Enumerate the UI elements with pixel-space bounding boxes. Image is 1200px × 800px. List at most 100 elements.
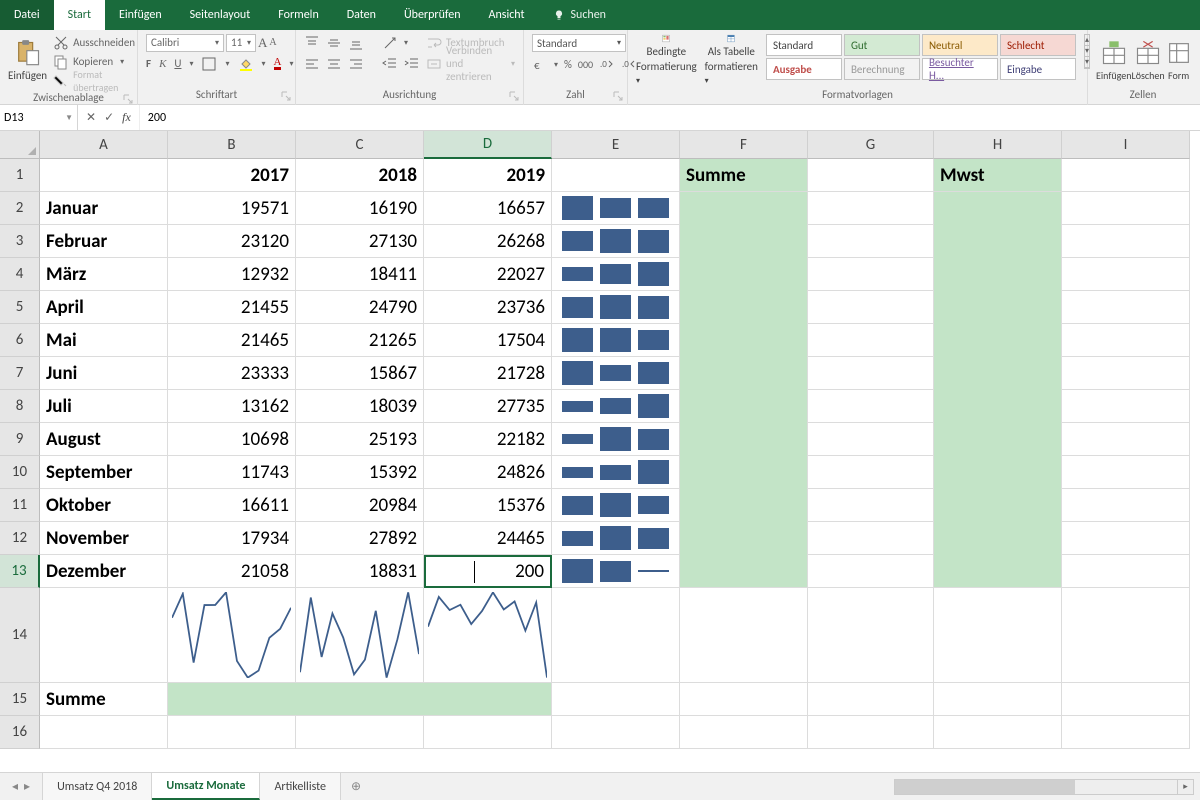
cell-B8[interactable]: 13162: [168, 390, 296, 423]
cell-I8[interactable]: [1062, 390, 1190, 423]
cell-E12[interactable]: [552, 522, 680, 555]
cell-I7[interactable]: [1062, 357, 1190, 390]
style-eingabe[interactable]: Eingabe: [1000, 58, 1076, 80]
cell-E15[interactable]: [552, 683, 680, 716]
cell-H1[interactable]: Mwst: [934, 159, 1062, 192]
col-header-B[interactable]: B: [168, 131, 296, 159]
cell-D10[interactable]: 24826: [424, 456, 552, 489]
tab-file[interactable]: Datei: [0, 0, 54, 30]
cell-C11[interactable]: 20984: [296, 489, 424, 522]
cell-A2[interactable]: Januar: [40, 192, 168, 225]
cell-I10[interactable]: [1062, 456, 1190, 489]
worksheet-grid[interactable]: ABCDEFGHI 12345678910111213141516 201720…: [0, 131, 1200, 772]
row-header-15[interactable]: 15: [0, 683, 40, 716]
delete-cells-button[interactable]: Löschen: [1132, 34, 1165, 86]
increase-font-icon[interactable]: A: [258, 35, 267, 51]
name-box[interactable]: D13▼: [0, 105, 78, 130]
cell-G7[interactable]: [808, 357, 934, 390]
style-gut[interactable]: Gut: [844, 34, 920, 56]
cell-G15[interactable]: [808, 683, 934, 716]
cell-B12[interactable]: 17934: [168, 522, 296, 555]
accounting-icon[interactable]: €: [532, 57, 548, 73]
cell-C7[interactable]: 15867: [296, 357, 424, 390]
cell-C6[interactable]: 21265: [296, 324, 424, 357]
cell-B10[interactable]: 11743: [168, 456, 296, 489]
font-color-icon[interactable]: A: [274, 57, 282, 70]
select-all-corner[interactable]: [0, 131, 40, 159]
cut-button[interactable]: Ausschneiden: [53, 34, 135, 51]
cell-C3[interactable]: 27130: [296, 225, 424, 258]
cell-G4[interactable]: [808, 258, 934, 291]
row-header-6[interactable]: 6: [0, 324, 40, 357]
row-header-12[interactable]: 12: [0, 522, 40, 555]
orientation-icon[interactable]: [382, 35, 398, 51]
cell-D2[interactable]: 16657: [424, 192, 552, 225]
tab-start[interactable]: Start: [54, 0, 105, 30]
cell-I12[interactable]: [1062, 522, 1190, 555]
formula-input[interactable]: 200: [140, 105, 1200, 130]
cell-H14[interactable]: [934, 588, 1062, 683]
col-header-H[interactable]: H: [934, 131, 1062, 159]
row-header-5[interactable]: 5: [0, 291, 40, 324]
cell-B2[interactable]: 19571: [168, 192, 296, 225]
cell-D5[interactable]: 23736: [424, 291, 552, 324]
row-header-13[interactable]: 13: [0, 555, 40, 588]
style-besucht[interactable]: Besuchter H...: [922, 58, 998, 80]
cell-I15[interactable]: [1062, 683, 1190, 716]
cell-D4[interactable]: 22027: [424, 258, 552, 291]
cell-G16[interactable]: [808, 716, 934, 749]
cell-E6[interactable]: [552, 324, 680, 357]
dialog-launcher-icon[interactable]: [613, 91, 623, 101]
increase-indent-icon[interactable]: [404, 56, 420, 72]
align-left-icon[interactable]: [304, 56, 320, 72]
cell-B5[interactable]: 21455: [168, 291, 296, 324]
cell-G9[interactable]: [808, 423, 934, 456]
cell-C14[interactable]: [296, 588, 424, 683]
cell-G13[interactable]: [808, 555, 934, 588]
cell-E14[interactable]: [552, 588, 680, 683]
cell-I5[interactable]: [1062, 291, 1190, 324]
row-header-2[interactable]: 2: [0, 192, 40, 225]
cell-I16[interactable]: [1062, 716, 1190, 749]
cell-B14[interactable]: [168, 588, 296, 683]
cell-B3[interactable]: 23120: [168, 225, 296, 258]
cell-I6[interactable]: [1062, 324, 1190, 357]
row-header-11[interactable]: 11: [0, 489, 40, 522]
format-as-table-button[interactable]: Als Tabelle formatieren ▾: [705, 34, 758, 86]
cell-B13[interactable]: 21058: [168, 555, 296, 588]
cell-G5[interactable]: [808, 291, 934, 324]
sheet-nav[interactable]: ◂▸: [0, 773, 43, 800]
cell-E3[interactable]: [552, 225, 680, 258]
tab-insert[interactable]: Einfügen: [105, 0, 176, 30]
percent-icon[interactable]: %: [564, 58, 572, 71]
cell-A7[interactable]: Juni: [40, 357, 168, 390]
italic-button[interactable]: K: [159, 58, 166, 70]
cell-D1[interactable]: 2019: [424, 159, 552, 192]
decrease-indent-icon[interactable]: [382, 56, 398, 72]
cell-I3[interactable]: [1062, 225, 1190, 258]
cell-I13[interactable]: [1062, 555, 1190, 588]
number-format-select[interactable]: Standard▾: [532, 34, 626, 52]
cell-A3[interactable]: Februar: [40, 225, 168, 258]
dialog-launcher-icon[interactable]: [281, 91, 291, 101]
font-name-select[interactable]: Calibri▾: [146, 34, 224, 52]
format-painter-button[interactable]: Format übertragen: [53, 72, 135, 89]
cell-B4[interactable]: 12932: [168, 258, 296, 291]
thousands-icon[interactable]: 000: [578, 58, 593, 71]
cell-F14[interactable]: [680, 588, 808, 683]
row-header-3[interactable]: 3: [0, 225, 40, 258]
style-neutral[interactable]: Neutral: [922, 34, 998, 56]
cell-C8[interactable]: 18039: [296, 390, 424, 423]
range-summe[interactable]: [680, 192, 808, 588]
cell-D12[interactable]: 24465: [424, 522, 552, 555]
cell-E7[interactable]: [552, 357, 680, 390]
cell-I14[interactable]: [1062, 588, 1190, 683]
cell-E10[interactable]: [552, 456, 680, 489]
cell-B16[interactable]: [168, 716, 296, 749]
cell-A9[interactable]: August: [40, 423, 168, 456]
cell-A16[interactable]: [40, 716, 168, 749]
cancel-edit-icon[interactable]: ✕: [86, 110, 96, 125]
cell-E8[interactable]: [552, 390, 680, 423]
style-berechnung[interactable]: Berechnung: [844, 58, 920, 80]
horizontal-scrollbar[interactable]: ◂▸: [894, 779, 1194, 795]
